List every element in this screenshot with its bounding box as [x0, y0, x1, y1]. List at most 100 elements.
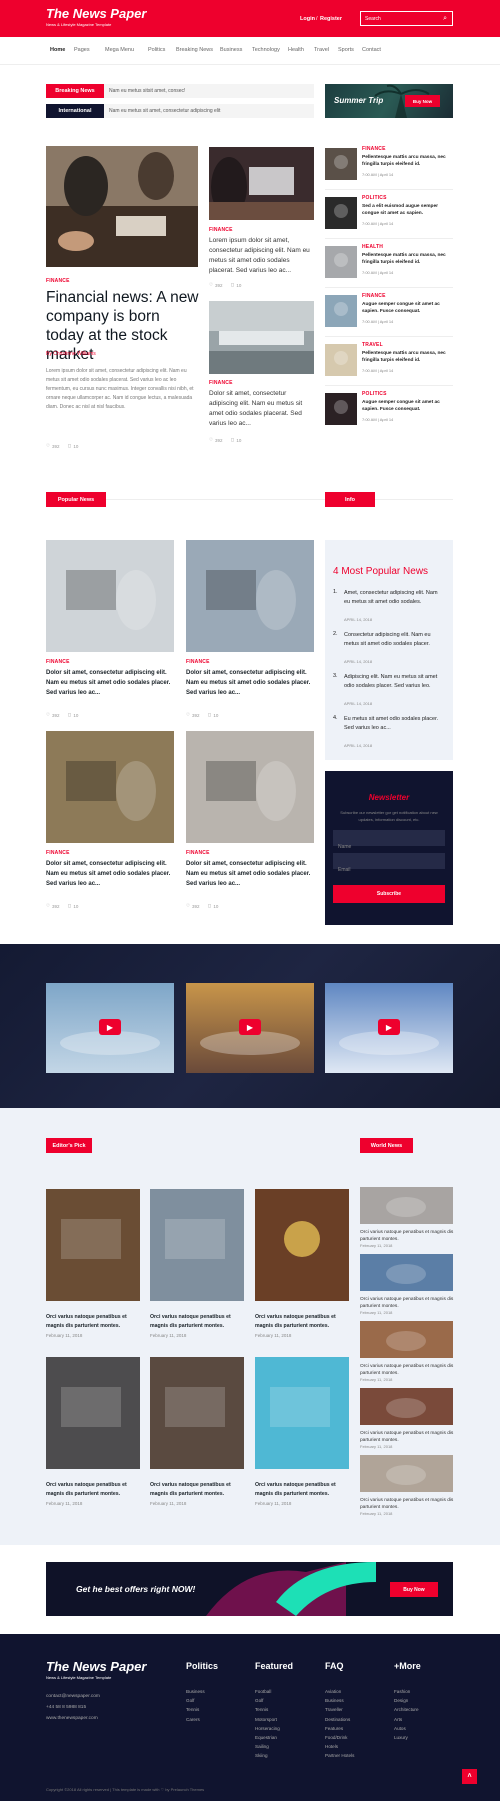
world-news-title[interactable]: Orci varius natoque penatibus et magnis …: [360, 1430, 454, 1444]
footer-link[interactable]: Horseracing: [255, 1726, 280, 1731]
comment-icon[interactable]: ◻ 10: [68, 443, 79, 449]
sidebar-news-category[interactable]: TRAVEL: [362, 342, 383, 348]
footer-link[interactable]: Equestrian: [255, 1735, 277, 1740]
sidebar-news-image[interactable]: [325, 148, 357, 180]
footer-contact-item[interactable]: www.thenewspaper.com: [46, 1716, 98, 1721]
world-news-image[interactable]: [360, 1187, 453, 1224]
footer-link[interactable]: Fashion: [394, 1689, 410, 1694]
like-icon[interactable]: ♡ 392: [209, 437, 223, 443]
like-icon[interactable]: ♡ 392: [209, 282, 223, 288]
popular-card-title[interactable]: Dolor sit amet, consectetur adipiscing e…: [46, 668, 176, 698]
footer-link[interactable]: Luxury: [394, 1735, 408, 1740]
sidebar-news-category[interactable]: POLITICS: [362, 391, 387, 397]
editors-card-title[interactable]: Orci varius natoque penatibus et magnis …: [46, 1313, 142, 1331]
middle-image-1[interactable]: [209, 147, 314, 220]
world-news-image[interactable]: [360, 1388, 453, 1425]
footer-contact-item[interactable]: contact@newspaper.com: [46, 1694, 100, 1699]
footer-link[interactable]: Golf: [186, 1698, 194, 1703]
most-popular-text[interactable]: Consectetur adipiscing elit. Nam eu metu…: [344, 631, 444, 649]
intl-text[interactable]: Nam eu metus sit amet, consectetur adipi…: [109, 108, 220, 114]
middle-text-1[interactable]: Lorem ipsum dolor sit amet, consectetur …: [209, 236, 316, 276]
popular-card-category[interactable]: FINANCE: [186, 659, 210, 665]
comment-icon[interactable]: ◻ 10: [231, 437, 242, 443]
play-icon[interactable]: ▶: [99, 1019, 121, 1035]
footer-link[interactable]: Football: [255, 1689, 271, 1694]
sidebar-news-category[interactable]: POLITICS: [362, 195, 387, 201]
popular-card-category[interactable]: FINANCE: [46, 850, 70, 856]
newsletter-name-field[interactable]: Name: [333, 830, 445, 850]
offer-button[interactable]: Buy Now: [390, 1582, 438, 1597]
editors-card-image[interactable]: [46, 1189, 140, 1301]
footer-link[interactable]: Business: [325, 1698, 344, 1703]
footer-link[interactable]: Sailing: [255, 1744, 269, 1749]
site-logo[interactable]: The News Paper: [46, 6, 146, 21]
search-icon[interactable]: ⌕: [443, 15, 447, 23]
footer-link[interactable]: Traveller: [325, 1707, 343, 1712]
comment-icon[interactable]: ◻ 10: [208, 712, 219, 718]
nav-item-home[interactable]: Home: [50, 47, 65, 53]
most-popular-text[interactable]: Eu metus sit amet odio sodales placer. S…: [344, 715, 444, 733]
play-icon[interactable]: ▶: [239, 1019, 261, 1035]
comment-icon[interactable]: ◻ 10: [231, 282, 242, 288]
sidebar-news-title[interactable]: Augue semper congue sit amet ac sapien. …: [362, 399, 452, 413]
search-input[interactable]: Search ⌕: [360, 11, 453, 26]
world-news-title[interactable]: Orci varius natoque penatibus et magnis …: [360, 1296, 454, 1310]
nav-item-sports[interactable]: Sports: [338, 47, 354, 53]
footer-link[interactable]: Tennis: [255, 1707, 268, 1712]
sidebar-news-image[interactable]: [325, 246, 357, 278]
play-icon[interactable]: ▶: [378, 1019, 400, 1035]
footer-link[interactable]: Autos: [394, 1726, 406, 1731]
world-news-title[interactable]: Orci varius natoque penatibus et magnis …: [360, 1363, 454, 1377]
footer-link[interactable]: Carers: [186, 1717, 200, 1722]
popular-card-image[interactable]: [186, 540, 314, 652]
nav-item-health[interactable]: Health: [288, 47, 304, 53]
featured-image[interactable]: [46, 146, 198, 267]
popular-card-title[interactable]: Dolor sit amet, consectetur adipiscing e…: [46, 859, 176, 889]
world-news-title[interactable]: Orci varius natoque penatibus et magnis …: [360, 1229, 454, 1243]
login-link[interactable]: Login: [300, 16, 315, 22]
like-icon[interactable]: ♡ 392: [46, 903, 60, 909]
scroll-top-icon[interactable]: ˄: [462, 1769, 477, 1784]
editors-card-image[interactable]: [150, 1357, 244, 1469]
footer-link[interactable]: Design: [394, 1698, 408, 1703]
sidebar-news-image[interactable]: [325, 295, 357, 327]
sidebar-news-image[interactable]: [325, 393, 357, 425]
like-icon[interactable]: ♡ 392: [186, 712, 200, 718]
footer-link[interactable]: Architecture: [394, 1707, 419, 1712]
most-popular-text[interactable]: Adipiscing elit. Nam eu metus sit amet o…: [344, 673, 444, 691]
sidebar-news-category[interactable]: FINANCE: [362, 146, 386, 152]
footer-link[interactable]: Business: [186, 1689, 205, 1694]
footer-contact-item[interactable]: +44 58 8 5988 815: [46, 1705, 86, 1710]
comment-icon[interactable]: ◻ 10: [208, 903, 219, 909]
footer-link[interactable]: Features: [325, 1726, 343, 1731]
like-icon[interactable]: ♡ 392: [46, 443, 60, 449]
featured-category[interactable]: FINANCE: [46, 278, 70, 284]
sidebar-news-category[interactable]: FINANCE: [362, 293, 386, 299]
sidebar-news-title[interactable]: Pellentesque mattis arcu massa, nec frin…: [362, 350, 452, 364]
footer-link[interactable]: Golf: [255, 1698, 263, 1703]
sidebar-news-image[interactable]: [325, 344, 357, 376]
sidebar-news-title[interactable]: Pellentesque mattis arcu massa, nec frin…: [362, 252, 452, 266]
footer-logo[interactable]: The News Paper: [46, 1659, 146, 1674]
most-popular-text[interactable]: Amet, consectetur adipiscing elit. Nam e…: [344, 589, 444, 607]
sidebar-news-image[interactable]: [325, 197, 357, 229]
promo-button[interactable]: Buy Now: [405, 95, 440, 107]
nav-item-politics[interactable]: Politics: [148, 47, 165, 53]
popular-card-image[interactable]: [186, 731, 314, 843]
comment-icon[interactable]: ◻ 10: [68, 712, 79, 718]
footer-link[interactable]: Arts: [394, 1717, 402, 1722]
comment-icon[interactable]: ◻ 10: [68, 903, 79, 909]
editors-card-image[interactable]: [255, 1189, 349, 1301]
nav-item-breaking-news[interactable]: Breaking News: [176, 47, 213, 53]
popular-card-category[interactable]: FINANCE: [186, 850, 210, 856]
nav-item-contact[interactable]: Contact: [362, 47, 381, 53]
footer-link[interactable]: Partner Hotels: [325, 1753, 354, 1758]
sidebar-news-category[interactable]: HEALTH: [362, 244, 383, 250]
world-news-image[interactable]: [360, 1321, 453, 1358]
like-icon[interactable]: ♡ 392: [46, 712, 60, 718]
popular-card-title[interactable]: Dolor sit amet, consectetur adipiscing e…: [186, 668, 316, 698]
featured-author[interactable]: By Christinne Williams: [46, 351, 96, 357]
editors-card-title[interactable]: Orci varius natoque penatibus et magnis …: [255, 1313, 351, 1331]
like-icon[interactable]: ♡ 392: [186, 903, 200, 909]
middle-image-2[interactable]: [209, 301, 314, 374]
